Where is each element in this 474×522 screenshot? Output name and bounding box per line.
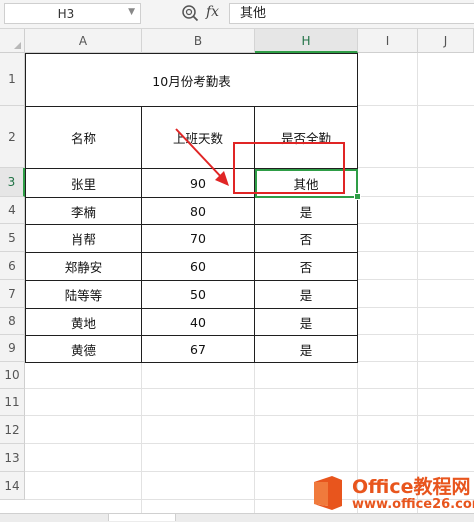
office-logo-icon (314, 476, 342, 510)
annotation-arrow-icon (175, 128, 229, 186)
watermark-url: www.office26.com (352, 497, 474, 512)
watermark-brand: Office教程网 (352, 476, 471, 498)
watermark: Office教程网 www.office26.com (306, 470, 474, 518)
